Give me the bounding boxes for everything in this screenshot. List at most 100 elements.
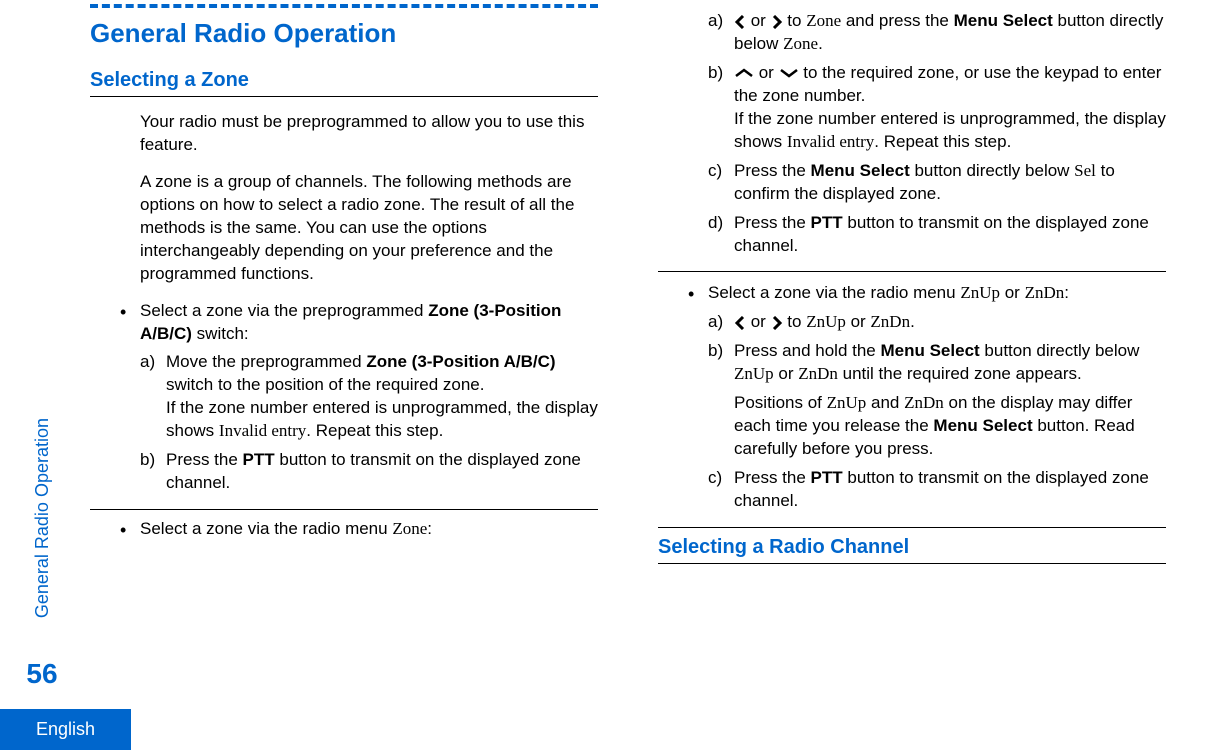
text: Select a zone via the radio menu	[708, 283, 960, 302]
bullet-dot-icon: •	[120, 518, 140, 542]
continuation-block: a) or to Zone and press the Menu Select …	[658, 10, 1166, 272]
sub-item: b) Press and hold the Menu Select button…	[708, 340, 1166, 461]
text: to	[783, 11, 807, 30]
sub-content: Move the preprogrammed Zone (3-Position …	[166, 351, 598, 443]
text-serif: Zone	[783, 34, 818, 53]
page-number: 56	[26, 658, 57, 690]
sub-item: d) Press the PTT button to transmit on t…	[708, 212, 1166, 258]
bullet-content: Select a zone via the radio menu ZnUp or…	[708, 282, 1166, 514]
arrow-left-icon	[734, 311, 746, 334]
sub-item: b) Press the PTT button to transmit on t…	[140, 449, 598, 495]
text-line: If the zone number entered is unprogramm…	[734, 108, 1166, 154]
text: Press the	[734, 161, 811, 180]
column-right: a) or to Zone and press the Menu Select …	[658, 0, 1166, 750]
sub-content: or to Zone and press the Menu Select but…	[734, 10, 1166, 56]
text-paragraph: Positions of ZnUp and ZnDn on the displa…	[734, 392, 1166, 461]
text-serif: ZnUp	[806, 312, 846, 331]
sub-content: Press the Menu Select button directly be…	[734, 160, 1166, 206]
text: and press the	[841, 11, 953, 30]
text: or	[746, 11, 771, 30]
text-serif: ZnUp	[734, 364, 774, 383]
sub-marker: b)	[140, 449, 166, 495]
sub-marker: b)	[708, 62, 734, 154]
text: Positions of	[734, 393, 827, 412]
text: button directly below	[910, 161, 1074, 180]
language-tag: English	[0, 709, 131, 750]
text: Press the	[734, 468, 811, 487]
text-serif: Zone	[806, 11, 841, 30]
section-vertical-label: General Radio Operation	[32, 418, 53, 618]
text: or	[1000, 283, 1025, 302]
text-bold: Menu Select	[954, 11, 1053, 30]
subheading-selecting-channel: Selecting a Radio Channel	[658, 536, 1166, 564]
text: or	[846, 312, 871, 331]
arrow-up-icon	[734, 62, 754, 85]
text: or	[746, 312, 771, 331]
text: Press and hold the	[734, 341, 880, 360]
sub-content: or to the required zone, or use the keyp…	[734, 62, 1166, 154]
text: or	[774, 364, 799, 383]
text-serif: Zone	[392, 519, 427, 538]
text-bold: PTT	[243, 450, 275, 469]
text: Move the preprogrammed	[166, 352, 366, 371]
dashed-divider	[90, 4, 598, 8]
text: switch to the position of the required z…	[166, 375, 484, 394]
bullet-intro: Select a zone via the preprogrammed Zone…	[140, 300, 598, 346]
bullet-item: • Select a zone via the radio menu ZnUp …	[658, 282, 1166, 527]
text-serif: Invalid entry	[219, 421, 306, 440]
sub-item: a) or to ZnUp or ZnDn.	[708, 311, 1166, 334]
bullet-content: Select a zone via the preprogrammed Zone…	[140, 300, 598, 498]
sub-marker: b)	[708, 340, 734, 461]
sub-item: b) or to the required zone, or use the k…	[708, 62, 1166, 154]
text: . Repeat this step.	[874, 132, 1011, 151]
text-serif: Invalid entry	[787, 132, 874, 151]
text: Press the	[166, 450, 243, 469]
text-line: If the zone number entered is unprogramm…	[166, 397, 598, 443]
sub-item: c) Press the PTT button to transmit on t…	[708, 467, 1166, 513]
sub-marker: c)	[708, 467, 734, 513]
sub-marker: a)	[708, 10, 734, 56]
left-sidebar: General Radio Operation 56	[12, 0, 72, 750]
bullet-dot-icon: •	[688, 282, 708, 514]
text: Select a zone via the preprogrammed	[140, 301, 428, 320]
text: button directly below	[980, 341, 1140, 360]
text-bold: PTT	[811, 213, 843, 232]
text-serif: ZnDn	[1025, 283, 1065, 302]
column-left: General Radio Operation Selecting a Zone…	[90, 0, 598, 750]
text: :	[1064, 283, 1069, 302]
bullet-item: • Select a zone via the preprogrammed Zo…	[90, 300, 598, 511]
text: and	[866, 393, 904, 412]
text: Select a zone via the radio menu	[140, 519, 392, 538]
text: .	[910, 312, 915, 331]
sub-marker: d)	[708, 212, 734, 258]
bullet-intro: Select a zone via the radio menu ZnUp or…	[708, 282, 1166, 305]
text-bold: Zone (3-Position A/B/C)	[366, 352, 555, 371]
arrow-left-icon	[734, 10, 746, 33]
sub-content: or to ZnUp or ZnDn.	[734, 311, 1166, 334]
content-area: General Radio Operation Selecting a Zone…	[0, 0, 1206, 750]
sub-content: Press and hold the Menu Select button di…	[734, 340, 1166, 461]
sub-content: Press the PTT button to transmit on the …	[166, 449, 598, 495]
page: General Radio Operation 56 English Gener…	[0, 0, 1206, 750]
sub-marker: c)	[708, 160, 734, 206]
sub-marker: a)	[140, 351, 166, 443]
page-title: General Radio Operation	[90, 18, 598, 49]
paragraph: A zone is a group of channels. The follo…	[90, 171, 598, 286]
text-bold: Menu Select	[880, 341, 979, 360]
bullet-content: Select a zone via the radio menu Zone:	[140, 518, 598, 542]
arrow-right-icon	[771, 311, 783, 334]
text-serif: ZnDn	[798, 364, 838, 383]
text-serif: Sel	[1074, 161, 1096, 180]
paragraph: Your radio must be preprogrammed to allo…	[90, 111, 598, 157]
sub-marker: a)	[708, 311, 734, 334]
bullet-dot-icon: •	[120, 300, 140, 498]
text-serif: ZnDn	[904, 393, 944, 412]
sub-content: Press the PTT button to transmit on the …	[734, 212, 1166, 258]
text: Press the	[734, 213, 811, 232]
text-serif: ZnUp	[827, 393, 867, 412]
text: . Repeat this step.	[306, 421, 443, 440]
subheading-selecting-zone: Selecting a Zone	[90, 69, 598, 97]
text: .	[818, 34, 823, 53]
text: to	[783, 312, 807, 331]
sub-item: c) Press the Menu Select button directly…	[708, 160, 1166, 206]
